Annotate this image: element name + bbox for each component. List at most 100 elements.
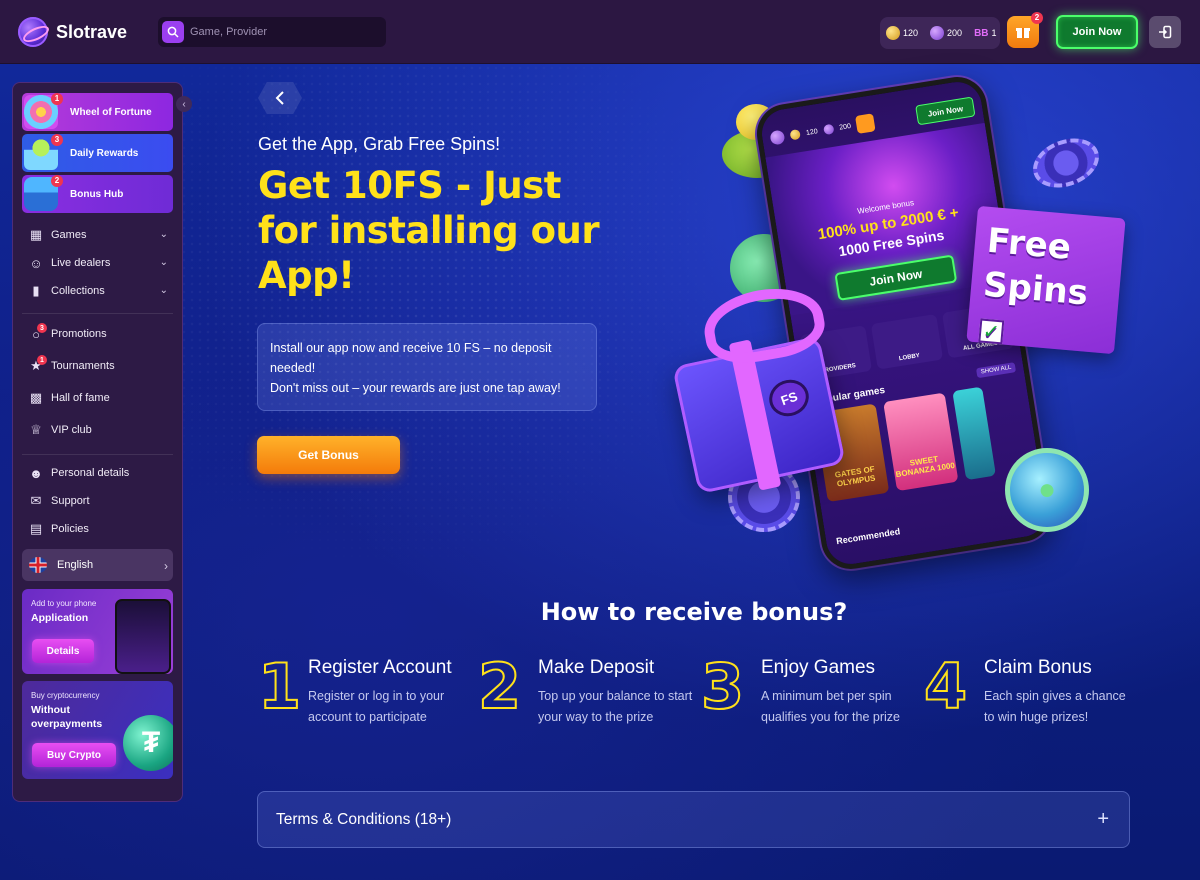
spins-balance: 200: [930, 17, 962, 49]
step-item: 1 Register Account Register or log in to…: [257, 650, 468, 735]
checkbox-icon: ✓: [978, 317, 1005, 344]
sidebar-item-promotions[interactable]: ○ 3 Promotions: [22, 318, 173, 350]
planet-logo-icon: [769, 129, 786, 146]
crypto-promo-card[interactable]: Buy cryptocurrency Without overpayments …: [22, 681, 173, 779]
app-promo-card[interactable]: Add to your phone Application Details: [22, 589, 173, 674]
sidebar-item-label: Personal details: [51, 467, 130, 479]
language-selector[interactable]: English ›: [22, 549, 173, 581]
step-title: Enjoy Games: [761, 657, 876, 678]
sidebar-item-label: Collections: [51, 285, 105, 297]
promo-badge: 2: [51, 175, 63, 187]
search-bar: [158, 17, 386, 47]
promo-label: Wheel of Fortune: [70, 106, 152, 118]
promo-badge: 1: [51, 93, 63, 105]
top-header: Slotrave 120 200 BB 1 2 Join Now: [0, 0, 1200, 64]
how-to-title: How to receive bonus?: [540, 598, 848, 626]
sidebar-item-tournaments[interactable]: ★ 1 Tournaments: [22, 350, 173, 382]
details-button[interactable]: Details: [32, 639, 94, 663]
search-icon[interactable]: [162, 21, 184, 43]
wallet-balance[interactable]: 120 200 BB 1: [880, 17, 1000, 49]
search-input[interactable]: [190, 26, 380, 38]
cards-icon: ▮: [32, 283, 40, 298]
tether-coin-icon: ₮: [123, 715, 173, 771]
step-item: 3 Enjoy Games A minimum bet per spin qua…: [700, 654, 911, 735]
info-text: Don't miss out – your rewards are just o…: [270, 381, 561, 395]
sidebar-item-collections[interactable]: ▮ Collections ⌄: [22, 277, 173, 305]
promo-wheel-of-fortune[interactable]: 1 Wheel of Fortune: [22, 93, 173, 131]
sidebar-item-vip-club[interactable]: ♕ VIP club: [22, 414, 173, 446]
hero-subtitle: Get the App, Grab Free Spins!: [258, 134, 501, 154]
phone-coins: 120: [805, 127, 819, 137]
chevron-left-icon: [275, 91, 284, 105]
coins-balance: 120: [886, 17, 918, 49]
slot-machine-icon: ▦: [29, 227, 43, 242]
phone-image: [115, 599, 171, 674]
back-button[interactable]: [258, 82, 302, 114]
step-title: Claim Bonus: [984, 657, 1092, 678]
sidebar-item-live-dealers[interactable]: ☺ Live dealers ⌄: [22, 249, 173, 277]
bb-balance: BB 1: [974, 17, 996, 49]
step-description: Each spin gives a chance to win huge pri…: [984, 689, 1126, 724]
step-title: Register Account: [308, 657, 452, 678]
brand-logo[interactable]: Slotrave: [18, 17, 127, 47]
brand-name: Slotrave: [56, 21, 128, 42]
sidebar-item-policies[interactable]: ▤ Policies: [22, 515, 173, 543]
divider: [22, 313, 173, 314]
step-number: 1: [257, 650, 302, 723]
gift-icon: [1016, 28, 1030, 38]
sidebar-item-label: Hall of fame: [51, 392, 110, 404]
nav-section-promos: ○ 3 Promotions ★ 1 Tournaments ▩ Hall of…: [22, 318, 173, 446]
sidebar-item-support[interactable]: ✉ Support: [22, 487, 173, 515]
alien-coin-icon: ●: [1005, 448, 1089, 532]
chevron-left-icon: ‹: [182, 98, 186, 110]
sidebar-item-label: Tournaments: [51, 360, 115, 372]
crypto-card-caption: Buy cryptocurrency: [31, 691, 100, 700]
gift-button[interactable]: 2: [1007, 12, 1043, 48]
sidebar-item-label: Live dealers: [51, 257, 111, 269]
gold-coin-icon: [789, 128, 801, 141]
hero-title: Get 10FS - Just for installing our App!: [258, 164, 600, 297]
chevron-down-icon: ⌄: [159, 257, 168, 268]
step-description: Top up your balance to start your way to…: [538, 689, 693, 724]
chevron-right-icon: ›: [164, 559, 168, 573]
terms-accordion[interactable]: Terms & Conditions (18+) +: [257, 791, 1130, 848]
sidebar-item-games[interactable]: ▦ Games ⌄: [22, 221, 173, 249]
buy-crypto-button[interactable]: Buy Crypto: [32, 743, 116, 767]
join-now-button[interactable]: Join Now: [1056, 15, 1138, 49]
sidebar-item-label: Support: [51, 495, 90, 507]
nav-section-account: ☻ Personal details ✉ Support ▤ Policies: [22, 459, 173, 543]
sidebar-item-label: VIP club: [51, 424, 92, 436]
phone-game-tile: [952, 386, 996, 481]
hero-info-box: Install our app now and receive 10 FS – …: [257, 323, 597, 411]
get-bonus-button[interactable]: Get Bonus: [257, 436, 400, 474]
step-description: A minimum bet per spin qualifies you for…: [761, 689, 900, 724]
user-icon: ☻: [29, 465, 43, 481]
coins-value: 120: [903, 28, 919, 38]
step-title: Make Deposit: [538, 657, 655, 678]
sidebar-item-personal-details[interactable]: ☻ Personal details: [22, 459, 173, 487]
step-description: Register or log in to your account to pa…: [308, 689, 445, 724]
promo-bonus-hub[interactable]: 2 Bonus Hub: [22, 175, 173, 213]
phone-spins: 200: [838, 122, 852, 132]
casino-chip-icon: [1026, 129, 1106, 197]
step-number: 4: [923, 650, 968, 723]
language-label: English: [57, 559, 94, 571]
login-button[interactable]: [1149, 16, 1181, 48]
promotions-badge: 3: [37, 323, 47, 333]
collapse-sidebar-button[interactable]: ‹: [176, 96, 192, 112]
document-icon: ▤: [29, 521, 43, 536]
spin-coin-icon: [822, 123, 835, 136]
promo-daily-rewards[interactable]: 3 Daily Rewards: [22, 134, 173, 172]
crown-icon: ♕: [30, 422, 42, 437]
step-number: 2: [477, 650, 522, 723]
dealer-icon: ☺: [29, 255, 43, 271]
info-text: Install our app now and receive 10 FS – …: [270, 341, 552, 375]
chevron-down-icon: ⌄: [159, 285, 168, 296]
chat-icon: ✉: [30, 493, 42, 508]
sidebar: 1 Wheel of Fortune 3 Daily Rewards 2 Bon…: [12, 82, 183, 802]
free-spins-line: Spins: [981, 264, 1090, 314]
sidebar-item-hall-of-fame[interactable]: ▩ Hall of fame: [22, 382, 173, 414]
chevron-down-icon: ⌄: [159, 229, 168, 240]
hero-illustration: 120 200 Join Now Welcome bonus 100% up t…: [660, 72, 1130, 574]
promo-label: Bonus Hub: [70, 188, 124, 200]
